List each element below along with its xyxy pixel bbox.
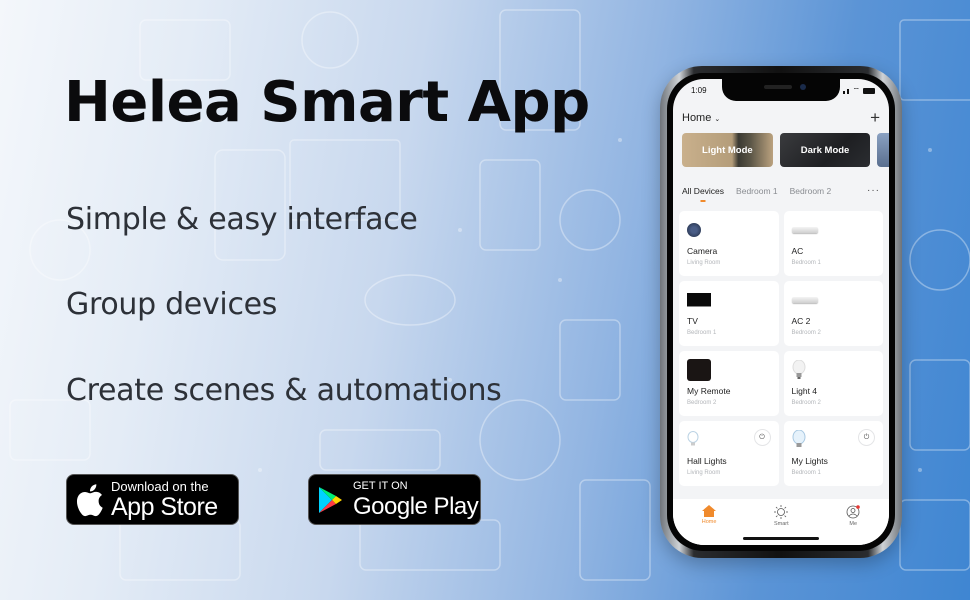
chevron-down-icon: ⌄	[714, 115, 721, 123]
device-name: Hall Lights	[687, 456, 727, 466]
device-name: TV	[687, 316, 698, 326]
device-grid: Camera Living Room AC Bedroom 1 TV Bedro…	[679, 211, 883, 486]
battery-icon	[863, 88, 875, 94]
scene-list: Light Mode Dark Mode	[682, 133, 889, 167]
device-name: Camera	[687, 246, 718, 256]
device-name: My Lights	[791, 456, 828, 466]
sun-icon	[774, 505, 789, 519]
device-card-ac-2[interactable]: AC 2 Bedroom 2	[783, 281, 883, 346]
app-screen: 1:09 ⌔ Home ⌄ + Light Mode Dark Mode All…	[673, 79, 889, 545]
tab-bedroom-2[interactable]: Bedroom 2	[790, 186, 832, 196]
camera-icon	[687, 219, 771, 241]
nav-me[interactable]: Me	[846, 505, 861, 545]
device-room: Bedroom 1	[791, 470, 821, 476]
add-device-button[interactable]: +	[870, 109, 880, 126]
device-card-tv[interactable]: TV Bedroom 1	[679, 281, 779, 346]
device-name: Light 4	[791, 386, 818, 396]
google-play-button[interactable]: GET IT ON Google Play	[308, 474, 481, 525]
nav-home[interactable]: Home	[701, 505, 717, 545]
signal-icon	[843, 87, 850, 96]
home-label: Home	[682, 111, 712, 124]
profile-icon	[846, 505, 861, 519]
power-icon: ⏻	[759, 433, 765, 441]
power-icon: ⏻	[863, 433, 870, 441]
tv-icon	[687, 289, 771, 311]
device-card-camera[interactable]: Camera Living Room	[679, 211, 779, 276]
bottom-nav: Home Smart Me	[673, 499, 889, 545]
nav-smart-label: Smart	[773, 521, 789, 527]
nav-me-label: Me	[849, 521, 858, 527]
apple-icon	[67, 483, 111, 517]
feature-simple-interface: Simple & easy interface	[66, 202, 418, 237]
device-room: Bedroom 1	[687, 330, 717, 336]
page-title: Helea Smart App	[64, 70, 590, 135]
wifi-icon: ⌔	[852, 86, 860, 95]
feature-scenes-automations: Create scenes & automations	[66, 373, 502, 408]
nav-home-label: Home	[701, 519, 717, 525]
device-card-light-4[interactable]: Light 4 Bedroom 2	[783, 351, 883, 416]
google-play-small-label: GET IT ON	[353, 479, 408, 492]
device-name: AC	[791, 246, 804, 256]
device-card-ac[interactable]: AC Bedroom 1	[783, 211, 883, 276]
status-bar: 1:09 ⌔	[691, 86, 875, 96]
remote-icon	[687, 359, 771, 381]
scene-label: Light Mode	[702, 144, 753, 156]
tab-all-devices[interactable]: All Devices	[682, 186, 724, 196]
scene-light-mode[interactable]: Light Mode	[682, 133, 773, 167]
device-room: Bedroom 2	[687, 400, 717, 406]
device-room: Living Room	[687, 470, 721, 476]
ac-unit-icon	[791, 289, 876, 311]
app-store-small-label: Download on the	[111, 478, 209, 494]
home-icon	[702, 505, 717, 517]
device-name: My Remote	[687, 386, 731, 396]
device-room: Living Room	[687, 260, 721, 266]
more-icon[interactable]: ···	[867, 185, 880, 196]
scene-label: Dark Mode	[800, 144, 850, 156]
device-room: Bedroom 1	[791, 260, 821, 266]
power-button[interactable]: ⏻	[753, 429, 771, 446]
home-selector[interactable]: Home ⌄	[682, 112, 720, 124]
device-room: Bedroom 2	[791, 330, 821, 336]
google-play-icon	[309, 486, 353, 514]
bulb-icon	[792, 359, 876, 381]
device-card-hall-lights[interactable]: ⏻ Hall Lights Living Room	[679, 421, 779, 486]
scene-dark-mode[interactable]: Dark Mode	[779, 133, 871, 167]
device-card-my-remote[interactable]: My Remote Bedroom 2	[679, 351, 779, 416]
app-store-button[interactable]: Download on the App Store	[66, 474, 239, 525]
status-time: 1:09	[691, 86, 707, 95]
notification-badge	[856, 505, 861, 509]
google-play-big-label: Google Play	[353, 492, 479, 520]
room-tabs: All Devices Bedroom 1 Bedroom 2 ···	[682, 185, 880, 196]
device-name: AC 2	[791, 316, 811, 326]
power-button[interactable]: ⏻	[858, 429, 875, 446]
ac-unit-icon	[791, 219, 876, 241]
scene-partial[interactable]	[877, 133, 889, 167]
home-indicator[interactable]	[743, 537, 819, 540]
device-room: Bedroom 2	[791, 400, 821, 406]
app-store-big-label: App Store	[111, 492, 218, 521]
feature-group-devices: Group devices	[66, 287, 278, 322]
tab-bedroom-1[interactable]: Bedroom 1	[736, 186, 778, 196]
device-card-my-lights[interactable]: ⏻ My Lights Bedroom 1	[783, 421, 883, 486]
phone-mockup: 1:09 ⌔ Home ⌄ + Light Mode Dark Mode All…	[660, 66, 902, 558]
